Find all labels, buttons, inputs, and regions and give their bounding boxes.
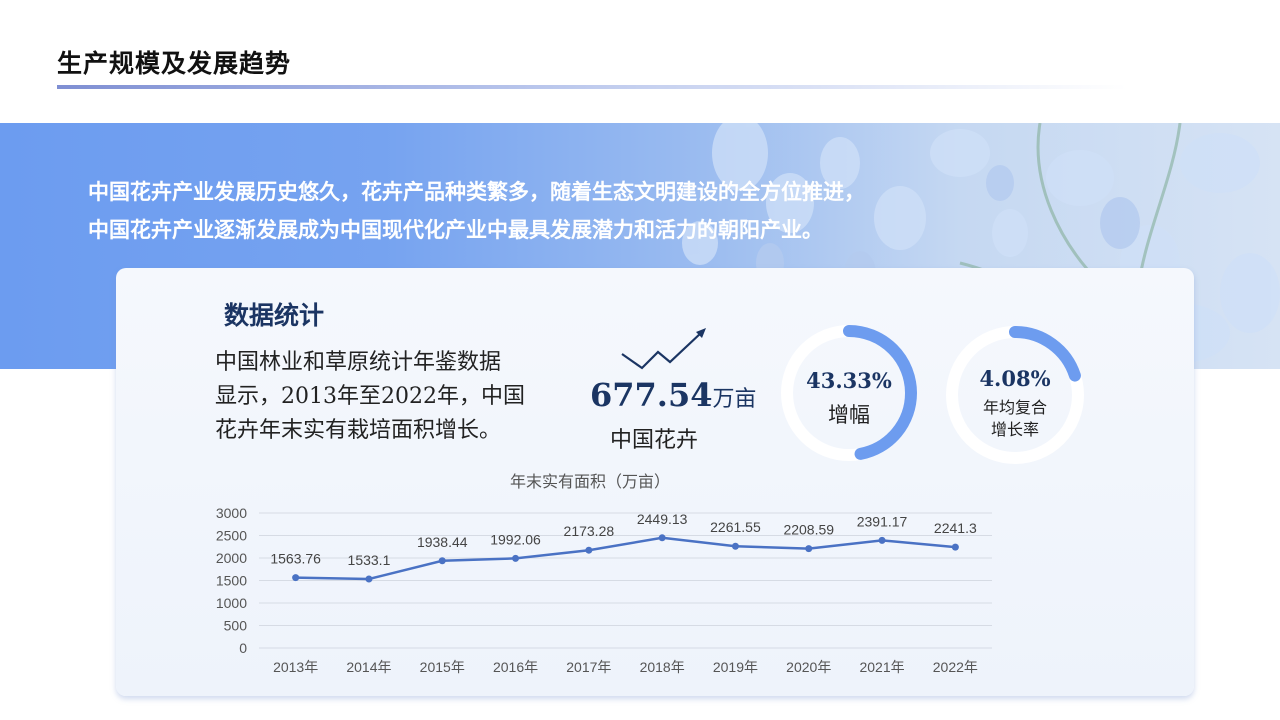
data-label: 2173.28	[564, 523, 615, 539]
data-point	[951, 543, 959, 551]
data-label: 2241.3	[934, 520, 977, 536]
x-tick-label: 2015年	[420, 659, 465, 675]
data-point	[658, 534, 666, 542]
x-tick-label: 2022年	[933, 659, 978, 675]
y-tick-label: 2000	[216, 550, 247, 566]
x-tick-label: 2021年	[859, 659, 904, 675]
x-tick-label: 2017年	[566, 659, 611, 675]
x-tick-label: 2013年	[273, 659, 318, 675]
data-point	[805, 545, 813, 553]
y-tick-label: 0	[239, 640, 247, 656]
y-tick-label: 1000	[216, 595, 247, 611]
data-label: 1563.76	[270, 551, 321, 567]
x-tick-label: 2020年	[786, 659, 831, 675]
data-point	[878, 536, 886, 544]
data-label: 1992.06	[490, 531, 541, 547]
data-point	[512, 554, 520, 562]
data-point	[585, 546, 593, 554]
data-point	[292, 574, 300, 582]
data-label: 2391.17	[857, 513, 908, 529]
y-tick-label: 1500	[216, 573, 247, 589]
x-tick-label: 2019年	[713, 659, 758, 675]
data-label: 2261.55	[710, 519, 761, 535]
data-point	[438, 557, 446, 565]
x-tick-label: 2018年	[640, 659, 685, 675]
line-chart: 0 500 1000 1500 2000 2500 3000 2013年 2014年 2015年 2…	[216, 505, 992, 675]
x-tick-label: 2014年	[346, 659, 391, 675]
y-tick-label: 2500	[216, 528, 247, 544]
data-point	[365, 575, 373, 583]
x-tick-label: 2016年	[493, 659, 538, 675]
data-label: 2208.59	[783, 522, 834, 538]
data-label: 1533.1	[348, 552, 391, 568]
data-label: 1938.44	[417, 534, 468, 550]
y-tick-label: 500	[224, 618, 248, 634]
data-label: 2449.13	[637, 511, 688, 527]
y-tick-label: 3000	[216, 505, 247, 521]
data-point	[731, 542, 739, 550]
